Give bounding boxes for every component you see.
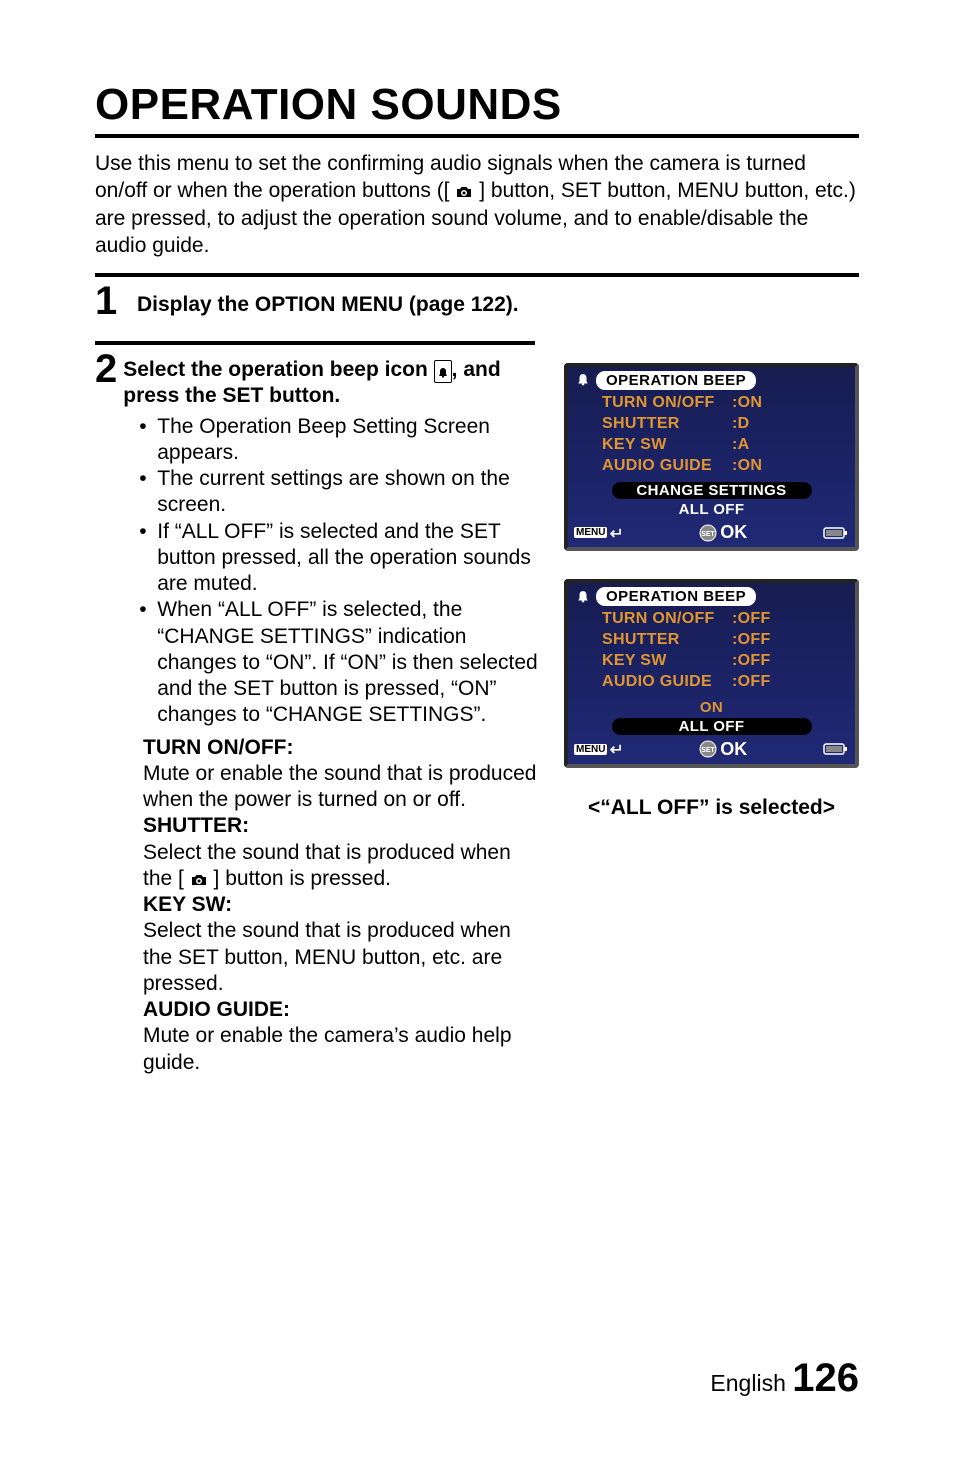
- ok-label: OK: [720, 739, 747, 760]
- step2-rule: [95, 341, 535, 345]
- intro-paragraph: Use this menu to set the confirming audi…: [95, 150, 859, 259]
- lcd-row: TURN ON/OFF:OFF: [602, 609, 845, 630]
- lcd-row: SHUTTER:D: [602, 414, 845, 435]
- title-rule: [95, 134, 859, 138]
- step2-heading: Select the operation beep icon , and pre…: [123, 357, 544, 410]
- step2-heading-pre: Select the operation beep icon: [123, 358, 433, 381]
- def-term: SHUTTER:: [143, 813, 544, 839]
- lcd-row-label: SHUTTER: [602, 630, 732, 651]
- menu-badge: MENU: [574, 743, 623, 755]
- lcd-row: SHUTTER:OFF: [602, 630, 845, 651]
- lcd-screen-2: OPERATION BEEP TURN ON/OFF:OFF SHUTTER:O…: [564, 579, 859, 767]
- step1-rule: [95, 273, 859, 277]
- camera-icon: [190, 867, 208, 890]
- lcd-row-label: SHUTTER: [602, 414, 732, 435]
- battery-icon: [823, 742, 849, 756]
- lcd-row: KEY SW:A: [602, 435, 845, 456]
- step1-text: Display the OPTION MENU (page 122).: [137, 281, 519, 317]
- lcd-row-value: :OFF: [732, 609, 771, 630]
- set-icon: SET: [699, 740, 717, 758]
- bell-icon: [574, 372, 592, 390]
- lcd-on: ON: [568, 699, 855, 716]
- camera-icon: [455, 179, 473, 202]
- menu-badge: MENU: [574, 527, 623, 539]
- lcd-row-label: AUDIO GUIDE: [602, 456, 732, 477]
- step2-number: 2: [95, 349, 117, 389]
- lcd-row-label: TURN ON/OFF: [602, 609, 732, 630]
- lcd-rows: TURN ON/OFF:ON SHUTTER:D KEY SW:A AUDIO …: [568, 393, 855, 480]
- lcd-title: OPERATION BEEP: [596, 371, 756, 390]
- def-text: Mute or enable the camera’s audio help g…: [143, 1023, 544, 1076]
- lcd-row-value: :D: [732, 414, 749, 435]
- lcd-row-value: :ON: [732, 393, 762, 414]
- lcd-footer: MENU SET OK: [568, 737, 855, 764]
- bell-icon: [574, 588, 592, 606]
- return-arrow-icon: [609, 527, 623, 539]
- menu-label: MENU: [574, 744, 607, 755]
- def-term: AUDIO GUIDE:: [143, 997, 544, 1023]
- lcd-row: KEY SW:OFF: [602, 651, 845, 672]
- footer-language: English: [710, 1370, 792, 1396]
- bullet-item: If “ALL OFF” is selected and the SET but…: [139, 519, 544, 598]
- bullet-item: When “ALL OFF” is selected, the “CHANGE …: [139, 597, 544, 728]
- def-text: Mute or enable the sound that is produce…: [143, 761, 544, 814]
- lcd-row: AUDIO GUIDE:OFF: [602, 672, 845, 693]
- lcd-row-label: KEY SW: [602, 651, 732, 672]
- lcd-row-value: :OFF: [732, 651, 771, 672]
- lcd-row-value: :OFF: [732, 672, 771, 693]
- page-title: OPERATION SOUNDS: [95, 80, 859, 130]
- ok-indicator: SET OK: [699, 522, 747, 543]
- lcd-header: OPERATION BEEP: [568, 367, 855, 393]
- lcd-row-value: :A: [732, 435, 749, 456]
- definitions: TURN ON/OFF: Mute or enable the sound th…: [95, 735, 544, 1076]
- def-text: Select the sound that is produced when t…: [143, 840, 544, 893]
- def-term: KEY SW:: [143, 892, 544, 918]
- lcd-header: OPERATION BEEP: [568, 583, 855, 609]
- lcd-row-label: KEY SW: [602, 435, 732, 456]
- step1-number: 1: [95, 281, 137, 321]
- return-arrow-icon: [609, 743, 623, 755]
- lcd-row: AUDIO GUIDE:ON: [602, 456, 845, 477]
- lcd-row-label: TURN ON/OFF: [602, 393, 732, 414]
- bullet-item: The current settings are shown on the sc…: [139, 466, 544, 519]
- def-text: Select the sound that is produced when t…: [143, 918, 544, 997]
- step1-row: 1 Display the OPTION MENU (page 122).: [95, 281, 859, 321]
- ok-label: OK: [720, 522, 747, 543]
- svg-text:SET: SET: [701, 747, 715, 754]
- footer-page-number: 126: [792, 1356, 859, 1400]
- lcd-change-settings: CHANGE SETTINGS: [612, 482, 812, 499]
- lcd-row: TURN ON/OFF:ON: [602, 393, 845, 414]
- lcd-all-off-selected: ALL OFF: [612, 718, 812, 735]
- svg-text:SET: SET: [701, 531, 715, 538]
- bullet-item: The Operation Beep Setting Screen appear…: [139, 414, 544, 467]
- menu-label: MENU: [574, 527, 607, 538]
- lcd-screen-1: OPERATION BEEP TURN ON/OFF:ON SHUTTER:D …: [564, 363, 859, 551]
- def-text-post: ] button is pressed.: [208, 867, 391, 890]
- ok-indicator: SET OK: [699, 739, 747, 760]
- def-term: TURN ON/OFF:: [143, 735, 544, 761]
- step2-bullets: The Operation Beep Setting Screen appear…: [123, 414, 544, 729]
- lcd-row-value: :ON: [732, 456, 762, 477]
- lcd-row-label: AUDIO GUIDE: [602, 672, 732, 693]
- lcd-footer: MENU SET OK: [568, 520, 855, 547]
- lcd-caption: <“ALL OFF” is selected>: [564, 796, 859, 820]
- lcd-title: OPERATION BEEP: [596, 587, 756, 606]
- page-footer: English 126: [95, 1356, 859, 1401]
- bell-icon-box: [434, 360, 452, 383]
- set-icon: SET: [699, 524, 717, 542]
- lcd-row-value: :OFF: [732, 630, 771, 651]
- battery-icon: [823, 526, 849, 540]
- lcd-all-off: ALL OFF: [568, 501, 855, 518]
- lcd-rows: TURN ON/OFF:OFF SHUTTER:OFF KEY SW:OFF A…: [568, 609, 855, 696]
